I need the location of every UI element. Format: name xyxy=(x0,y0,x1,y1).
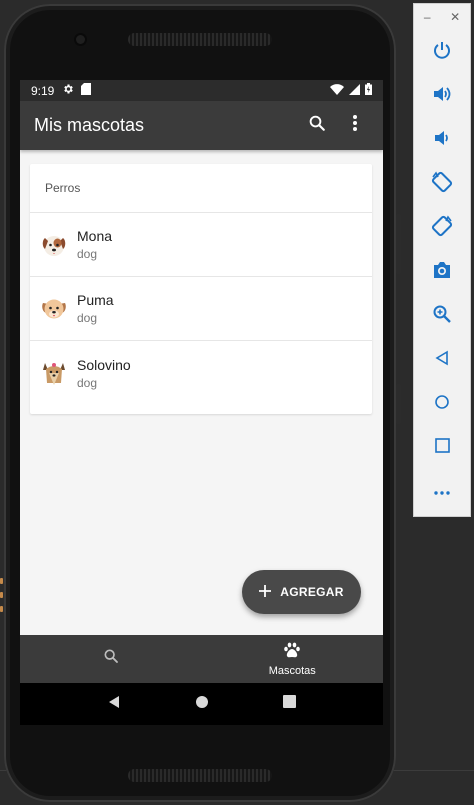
pet-row-mona[interactable]: Mona dog xyxy=(30,213,372,277)
home-icon[interactable] xyxy=(195,695,209,714)
top-speaker xyxy=(128,33,272,46)
emulator-window-controls: – ✕ xyxy=(414,4,470,30)
pet-text: Mona dog xyxy=(77,228,112,261)
power-button[interactable] xyxy=(414,30,470,74)
bottom-navigation: Mascotas xyxy=(20,635,383,683)
emulator-toolbar: – ✕ xyxy=(413,3,471,517)
overview-button[interactable] xyxy=(414,426,470,470)
overflow-menu-button[interactable] xyxy=(339,110,371,142)
camera-icon xyxy=(432,261,452,284)
sd-card-icon xyxy=(81,83,92,98)
nav-item-search[interactable] xyxy=(20,635,202,683)
minimize-button[interactable]: – xyxy=(424,10,431,24)
status-bar: 9:19 xyxy=(20,80,383,101)
screenshot-button[interactable] xyxy=(414,250,470,294)
dog-avatar-icon xyxy=(40,295,68,323)
plus-icon xyxy=(259,584,272,600)
pet-kind: dog xyxy=(77,311,98,325)
front-camera xyxy=(76,35,85,44)
rotate-left-button[interactable] xyxy=(414,162,470,206)
pet-kind: dog xyxy=(77,375,98,390)
add-pet-label: AGREGAR xyxy=(280,585,344,599)
zoom-button[interactable] xyxy=(414,294,470,338)
pets-card: Perros Mona dog Puma dog Solovino dog xyxy=(30,164,372,414)
rotate-left-icon xyxy=(431,170,453,198)
add-pet-button[interactable]: AGREGAR xyxy=(242,570,361,614)
volume-down-button[interactable] xyxy=(414,118,470,162)
more-vert-icon xyxy=(352,114,358,137)
search-button[interactable] xyxy=(301,110,333,142)
wifi-icon xyxy=(330,83,344,98)
status-icons xyxy=(330,83,372,98)
pet-row-puma[interactable]: Puma dog xyxy=(30,277,372,341)
volume-up-button[interactable] xyxy=(414,74,470,118)
pet-name: Mona xyxy=(77,228,113,244)
rotate-right-icon xyxy=(431,214,453,242)
home-icon xyxy=(434,394,450,415)
pet-text: Solovino dog xyxy=(77,357,131,390)
nav-label: Mascotas xyxy=(268,664,316,677)
zoom-icon xyxy=(432,304,452,329)
app-title: Mis mascotas xyxy=(34,115,145,135)
overview-icon[interactable] xyxy=(283,695,296,713)
section-header: Perros xyxy=(30,164,372,213)
pet-text: Puma dog xyxy=(77,292,114,325)
settings-icon xyxy=(62,83,74,98)
dog-avatar-icon xyxy=(40,359,68,387)
power-key xyxy=(396,384,401,424)
back-icon[interactable] xyxy=(107,695,121,714)
more-button[interactable] xyxy=(414,470,470,514)
rotate-right-button[interactable] xyxy=(414,206,470,250)
bottom-speaker xyxy=(128,769,272,782)
pet-name: Solovino xyxy=(77,356,131,373)
search-icon xyxy=(308,114,326,137)
power-icon xyxy=(432,40,452,65)
status-time: 9:19 xyxy=(31,83,55,98)
volume-down-icon xyxy=(432,128,452,153)
app-bar: Mis mascotas xyxy=(20,101,383,150)
back-icon xyxy=(434,350,450,371)
cell-signal-icon xyxy=(349,83,360,98)
volume-rocker xyxy=(396,214,401,274)
dog-avatar-icon xyxy=(40,231,68,259)
overview-icon xyxy=(434,438,450,458)
more-horiz-icon xyxy=(433,483,451,501)
back-button[interactable] xyxy=(414,338,470,382)
system-navigation-bar xyxy=(20,683,383,725)
pet-kind: dog xyxy=(77,247,98,261)
nav-item-mascotas[interactable]: Mascotas xyxy=(202,635,384,683)
home-button[interactable] xyxy=(414,382,470,426)
paw-icon xyxy=(283,642,301,663)
pet-row-solovino[interactable]: Solovino dog xyxy=(30,341,372,405)
pet-name: Puma xyxy=(77,292,114,308)
battery-icon xyxy=(365,83,372,98)
close-button[interactable]: ✕ xyxy=(450,10,460,24)
search-icon xyxy=(103,648,119,669)
device-screen: 9:19 Mis mascotas Perros Mona dog Puma d… xyxy=(20,80,383,725)
volume-up-icon xyxy=(432,84,452,109)
